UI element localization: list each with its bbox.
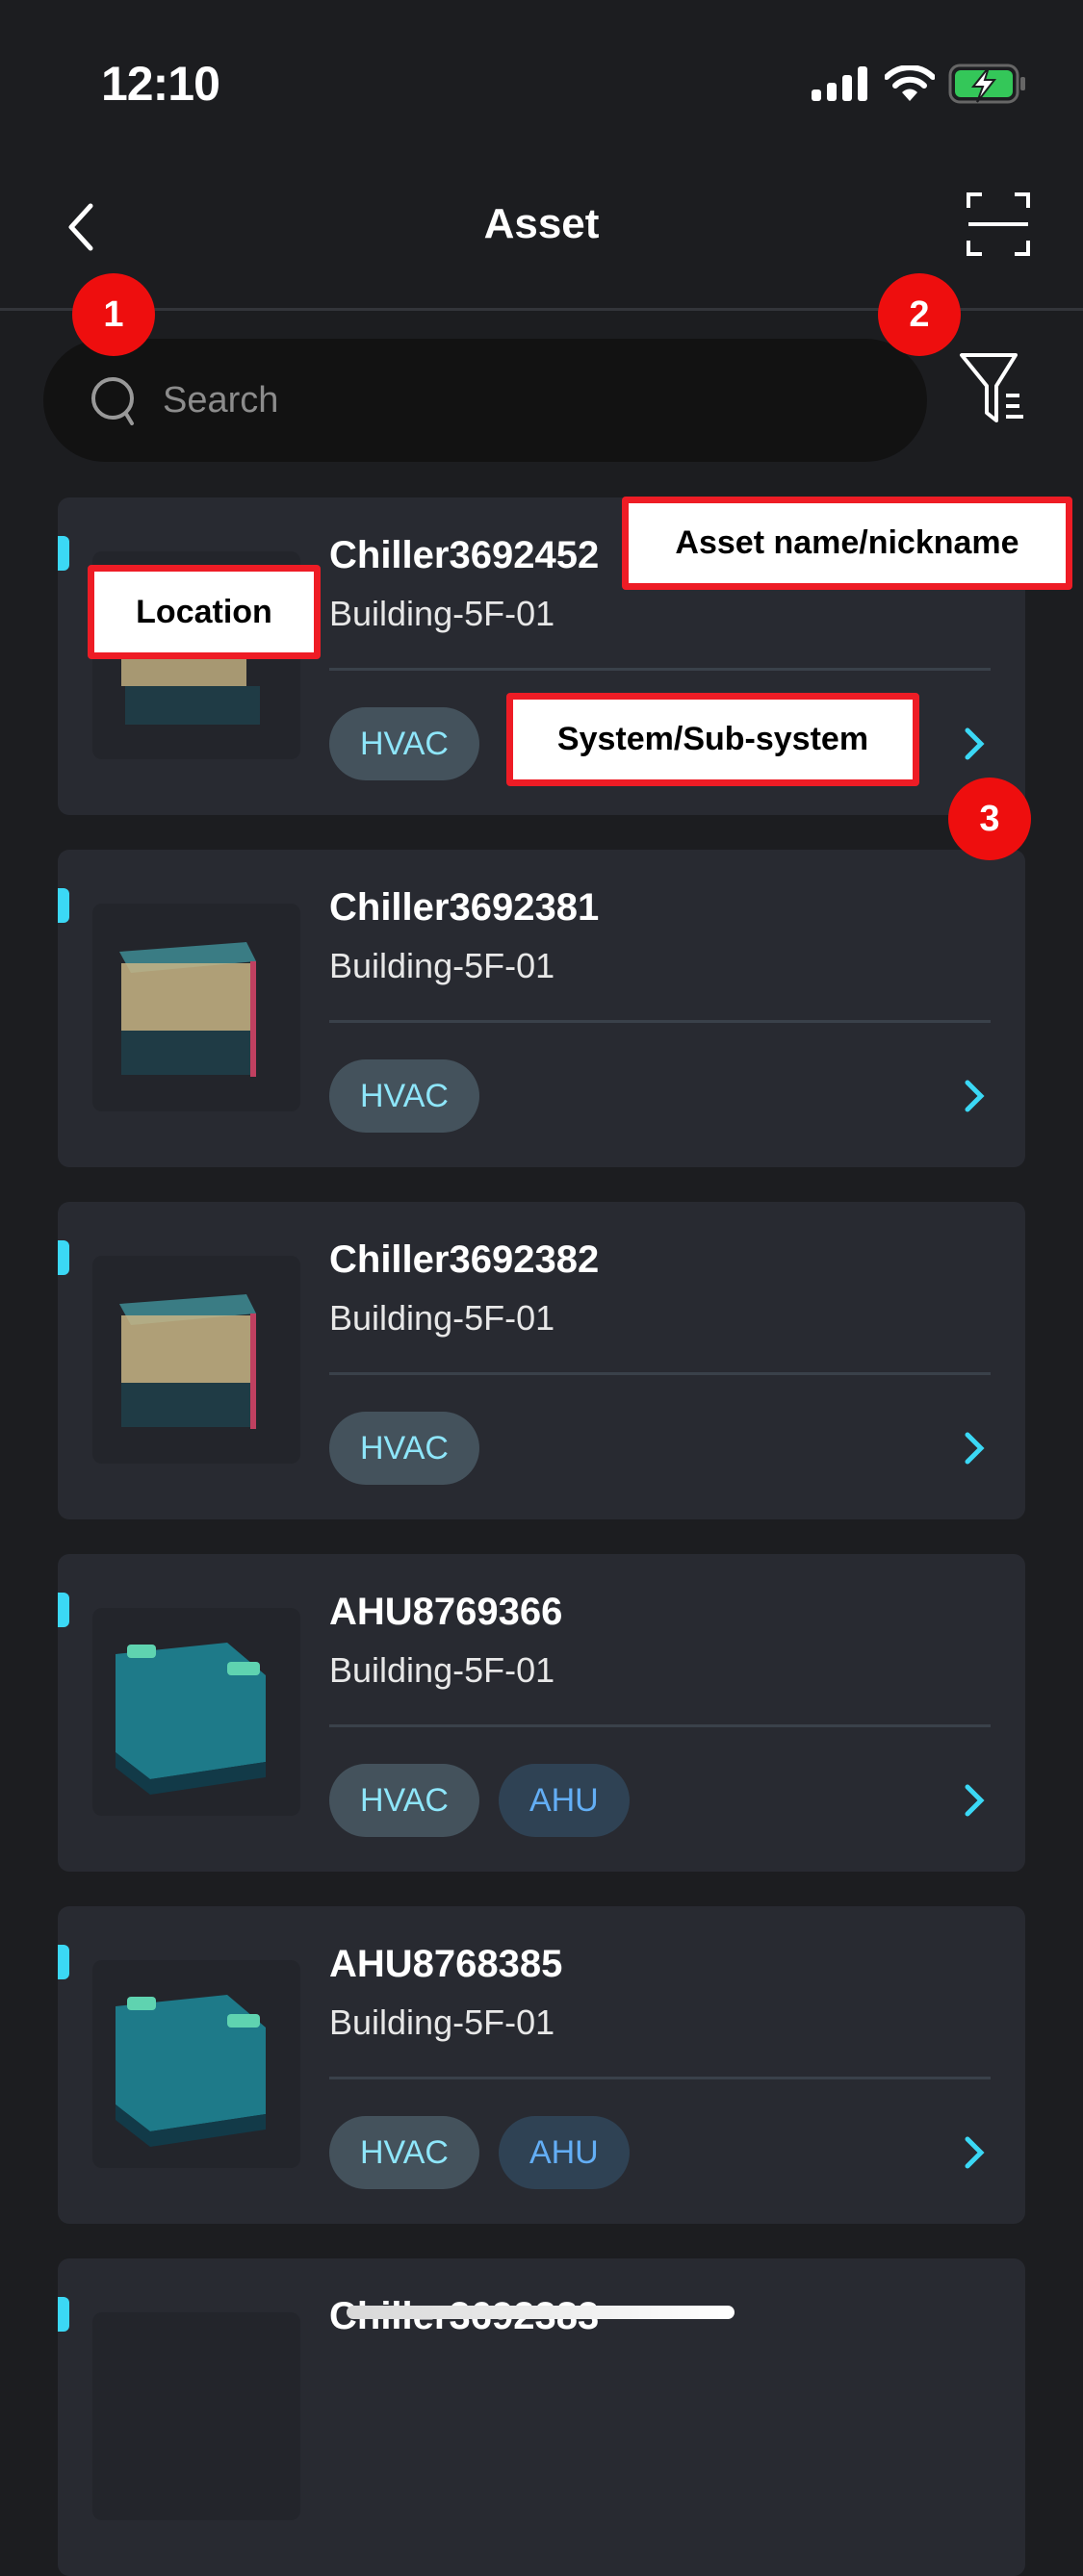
- asset-thumbnail: [92, 1960, 300, 2168]
- ahu-image: [116, 1995, 266, 2147]
- asset-thumbnail: [92, 904, 300, 1111]
- status-accent: [58, 536, 69, 571]
- scan-icon[interactable]: [967, 192, 1030, 256]
- asset-location: Building-5F-01: [329, 1298, 555, 1338]
- ahu-image: [116, 1643, 266, 1795]
- battery-charging-icon: [948, 64, 1025, 104]
- asset-location: Building-5F-01: [329, 946, 555, 985]
- annotation-label-name: Asset name/nickname: [622, 497, 1072, 590]
- status-accent: [58, 1945, 69, 1979]
- annotation-label-system: System/Sub-system: [506, 693, 919, 786]
- chevron-right-icon[interactable]: [962, 2133, 987, 2172]
- subsystem-tag: AHU: [498, 2116, 630, 2189]
- chevron-right-icon[interactable]: [962, 725, 987, 763]
- asset-thumbnail: [92, 1608, 300, 1816]
- asset-tags: HVAC: [329, 1059, 479, 1133]
- asset-name: AHU8769366: [329, 1591, 563, 1633]
- asset-location: Building-5F-01: [329, 1650, 555, 1690]
- asset-location: Building-5F-01: [329, 2002, 555, 2042]
- asset-thumbnail: [92, 1256, 300, 1464]
- asset-card[interactable]: Chiller3692382 Building-5F-01 HVAC: [58, 1202, 1025, 1519]
- chevron-right-icon[interactable]: [962, 1781, 987, 1820]
- asset-card[interactable]: Chiller3692381 Building-5F-01 HVAC: [58, 850, 1025, 1167]
- asset-tags: HVAC: [329, 1412, 479, 1485]
- system-tag: HVAC: [329, 707, 479, 780]
- chiller-image: [119, 1294, 256, 1429]
- chevron-right-icon[interactable]: [962, 1429, 987, 1467]
- status-accent: [58, 1240, 69, 1275]
- annotation-label-location: Location: [88, 565, 321, 659]
- system-tag: HVAC: [329, 2116, 479, 2189]
- asset-card[interactable]: AHU8768385 Building-5F-01 HVAC AHU: [58, 1906, 1025, 2224]
- search-input[interactable]: [161, 378, 838, 422]
- system-tag: HVAC: [329, 1412, 479, 1485]
- status-accent: [58, 888, 69, 923]
- asset-card[interactable]: AHU8769366 Building-5F-01 HVAC AHU: [58, 1554, 1025, 1872]
- asset-name: AHU8768385: [329, 1943, 563, 1985]
- chevron-right-icon[interactable]: [962, 1077, 987, 1115]
- system-tag: HVAC: [329, 1764, 479, 1837]
- annotation-badge-3: 3: [948, 778, 1031, 860]
- divider: [329, 1020, 991, 1023]
- system-tag: HVAC: [329, 1059, 479, 1133]
- asset-location: Building-5F-01: [329, 594, 555, 633]
- divider: [329, 2077, 991, 2079]
- chiller-image: [119, 942, 256, 1077]
- asset-name: Chiller3692382: [329, 1238, 600, 1281]
- signal-icon: [812, 66, 867, 101]
- divider: [329, 668, 991, 671]
- home-indicator[interactable]: [347, 2306, 735, 2319]
- divider: [329, 1372, 991, 1375]
- search-bar[interactable]: [43, 339, 927, 462]
- asset-tags: HVAC: [329, 707, 479, 780]
- filter-icon[interactable]: [958, 351, 1025, 426]
- status-bar: 12:10: [0, 0, 1083, 144]
- status-icons: [812, 64, 1027, 104]
- wifi-icon: [885, 65, 935, 101]
- status-accent: [58, 1593, 69, 1627]
- asset-tags: HVAC AHU: [329, 1764, 630, 1837]
- annotation-badge-2: 2: [878, 273, 961, 356]
- divider: [329, 1724, 991, 1727]
- subsystem-tag: AHU: [498, 1764, 630, 1837]
- status-time: 12:10: [101, 57, 220, 111]
- page-title: Asset: [483, 200, 600, 247]
- asset-thumbnail: [92, 2312, 300, 2520]
- search-icon: [91, 377, 134, 425]
- annotation-badge-1: 1: [72, 273, 155, 356]
- status-accent: [58, 2297, 69, 2332]
- asset-tags: HVAC AHU: [329, 2116, 630, 2189]
- asset-name: Chiller3692381: [329, 886, 600, 929]
- asset-name: Chiller3692452: [329, 534, 600, 576]
